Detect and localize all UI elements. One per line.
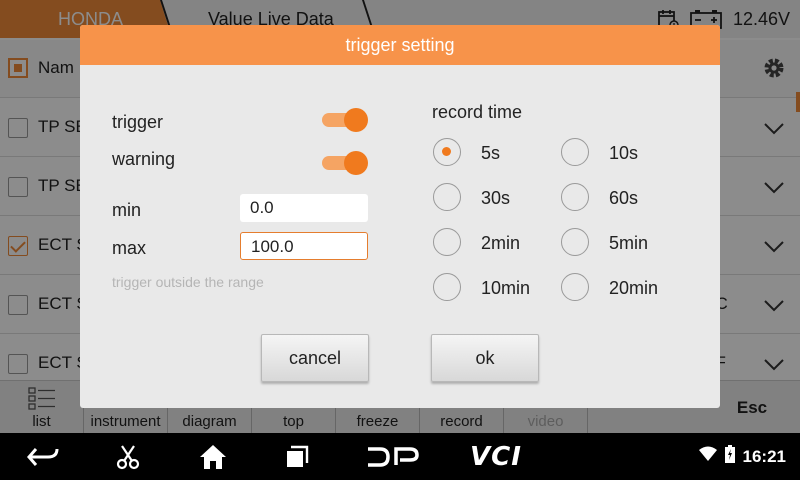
max-label: max [112,238,147,258]
radio-label-30s: 30s [481,188,511,208]
min-label: min [112,200,142,220]
home-icon[interactable] [198,433,228,480]
max-input[interactable]: 100.0 [240,232,368,260]
radio-label-2min: 2min [481,233,521,253]
radio-10min[interactable] [433,273,461,301]
wifi-icon [698,446,717,467]
radio-10s[interactable] [561,138,589,166]
trigger-setting-dialog: trigger setting trigger warning min 0.0 … [80,25,720,408]
dialog-title: trigger setting [80,25,720,65]
trigger-label: trigger [112,112,164,132]
system-status: 16:21 [698,433,786,480]
radio-label-20min: 20min [609,278,659,298]
radio-label-10min: 10min [481,278,531,298]
radio-label-5s: 5s [481,143,501,163]
warning-toggle[interactable] [322,151,368,175]
system-nav-bar: DP VCI 16:21 [0,433,800,480]
radio-5s[interactable] [433,138,461,166]
clock: 16:21 [742,446,786,466]
vci-label: VCI [470,441,522,472]
battery-charging-icon [724,445,735,468]
radio-5min[interactable] [561,228,589,256]
record-time-label: record time [432,102,523,122]
vci-icon[interactable]: VCI [470,433,522,480]
radio-label-10s: 10s [609,143,639,163]
dp-icon[interactable]: DP [366,433,420,480]
recent-apps-icon[interactable] [284,433,310,480]
range-hint: trigger outside the range [112,274,264,290]
toggle-knob [344,151,368,175]
back-icon[interactable] [26,433,60,480]
scissors-icon[interactable] [114,433,142,480]
ok-button[interactable]: ok [431,334,539,382]
toggle-knob [344,108,368,132]
warning-label: warning [112,149,176,169]
radio-2min[interactable] [433,228,461,256]
radio-30s[interactable] [433,183,461,211]
min-input[interactable]: 0.0 [240,194,368,222]
radio-20min[interactable] [561,273,589,301]
radio-60s[interactable] [561,183,589,211]
radio-label-60s: 60s [609,188,639,208]
trigger-toggle[interactable] [322,108,368,132]
cancel-button[interactable]: cancel [261,334,369,382]
radio-label-5min: 5min [609,233,649,253]
dp-label: DP [366,446,368,447]
